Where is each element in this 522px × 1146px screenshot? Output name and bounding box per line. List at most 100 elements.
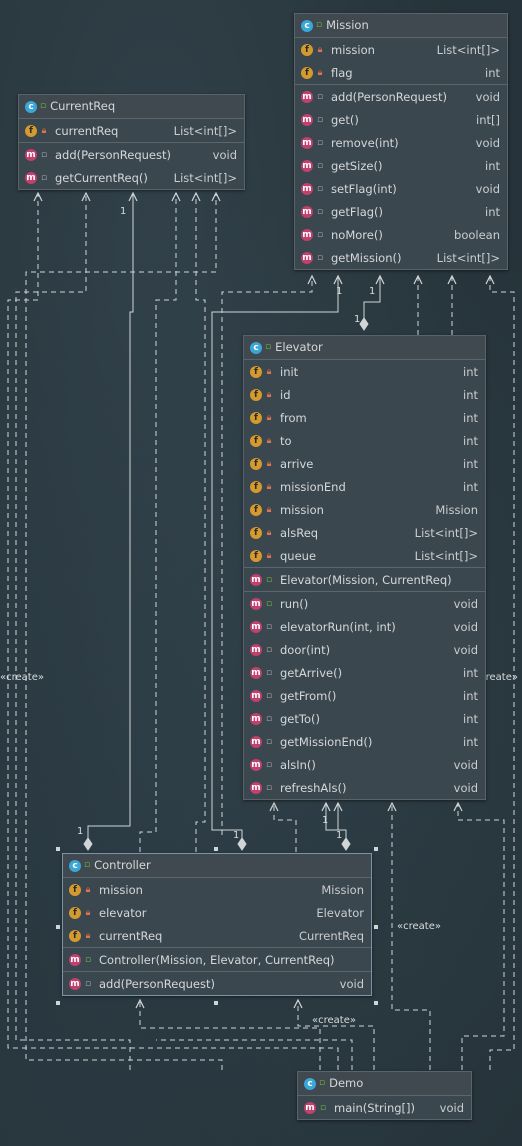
- class-icon: c: [301, 19, 313, 32]
- public-icon: ▫: [40, 101, 47, 111]
- field-name: init: [280, 364, 299, 379]
- field-row[interactable]: f 🔒︎ mission Mission: [63, 878, 371, 901]
- method-row[interactable]: m ▫ remove(int) void: [295, 131, 507, 154]
- method-type: List<int[]>: [436, 250, 500, 265]
- field-icon: f: [250, 411, 262, 424]
- method-row[interactable]: m ▫ getArrive() int: [244, 661, 485, 684]
- class-mission[interactable]: c ▫ Mission f 🔒︎ mission List<int[]> f 🔒︎ fla…: [294, 13, 508, 270]
- class-controller[interactable]: c ▫ Controller f 🔒︎ mission Mission f 🔒︎ elev…: [62, 853, 372, 996]
- field-icon: f: [250, 388, 262, 401]
- field-icon: f: [69, 906, 81, 919]
- method-row[interactable]: m ▫ door(int) void: [244, 638, 485, 661]
- field-row[interactable]: f 🔒︎ queue List<int[]>: [244, 544, 485, 567]
- selection-handle[interactable]: [374, 847, 378, 851]
- class-header[interactable]: c ▫ Elevator: [244, 336, 485, 360]
- private-lock-icon: 🔒︎: [266, 458, 272, 469]
- class-elevator[interactable]: c ▫ Elevator f 🔒︎ init int f 🔒︎ id int f 🔒︎ from…: [243, 335, 486, 800]
- public-icon: ▫: [265, 574, 273, 585]
- field-row[interactable]: f 🔒︎ id int: [244, 383, 485, 406]
- selection-handle[interactable]: [56, 1001, 60, 1005]
- field-row[interactable]: f 🔒︎ elevator Elevator: [63, 901, 371, 924]
- class-demo[interactable]: c ▫ Demo m ▫ main(String[]) void: [297, 1071, 472, 1120]
- method-type: int: [463, 688, 478, 703]
- method-icon: m: [301, 90, 313, 103]
- method-row[interactable]: m ▫ elevatorRun(int, int) void: [244, 615, 485, 638]
- method-icon: m: [301, 228, 313, 241]
- method-row[interactable]: m ▫ getFrom() int: [244, 684, 485, 707]
- method-row[interactable]: m ▫ main(String[]) void: [298, 1096, 471, 1119]
- multiplicity-label: 1: [336, 286, 343, 297]
- multiplicity-label: 1: [77, 826, 84, 837]
- package-icon: ▫: [316, 114, 324, 125]
- public-icon: ▫: [84, 954, 92, 965]
- field-row[interactable]: f 🔒︎ from int: [244, 406, 485, 429]
- field-icon: f: [250, 549, 262, 562]
- field-icon: f: [69, 883, 81, 896]
- method-name: getSize(): [331, 158, 383, 173]
- method-type: void: [212, 147, 237, 162]
- selection-handle[interactable]: [214, 847, 218, 851]
- method-name: run(): [280, 596, 309, 611]
- package-icon: ▫: [265, 621, 273, 632]
- method-icon: m: [250, 620, 262, 633]
- class-name: Elevator: [275, 340, 323, 354]
- method-row[interactable]: m ▫ add(PersonRequest) void: [19, 143, 244, 166]
- field-row[interactable]: f 🔒︎ alsReq List<int[]>: [244, 521, 485, 544]
- field-row[interactable]: f 🔒︎ mission List<int[]>: [295, 38, 507, 61]
- package-icon: ▫: [40, 149, 48, 160]
- method-row[interactable]: m ▫ get() int[]: [295, 108, 507, 131]
- field-icon: f: [250, 526, 262, 539]
- class-header[interactable]: c ▫ Mission: [295, 14, 507, 38]
- field-icon: f: [250, 480, 262, 493]
- method-type: void: [453, 780, 478, 795]
- field-row[interactable]: f 🔒︎ mission Mission: [244, 498, 485, 521]
- field-row[interactable]: f 🔒︎ init int: [244, 360, 485, 383]
- method-row[interactable]: m ▫ add(PersonRequest) void: [63, 972, 371, 995]
- method-row[interactable]: m ▫ setFlag(int) void: [295, 177, 507, 200]
- method-row[interactable]: m ▫ getMissionEnd() int: [244, 730, 485, 753]
- method-name: add(PersonRequest): [55, 147, 171, 162]
- class-currentreq[interactable]: c ▫ CurrentReq f 🔒︎ currentReq List<int[]> …: [18, 94, 245, 190]
- field-row[interactable]: f 🔒︎ currentReq List<int[]>: [19, 119, 244, 142]
- constructor-row[interactable]: m ▫ Controller(Mission, Elevator, CurrentR…: [63, 948, 371, 971]
- field-type: List<int[]>: [173, 123, 237, 138]
- selection-handle[interactable]: [56, 847, 60, 851]
- method-row[interactable]: m ▫ getSize() int: [295, 154, 507, 177]
- selection-handle[interactable]: [214, 1001, 218, 1005]
- method-row[interactable]: m ▫ noMore() boolean: [295, 223, 507, 246]
- class-name: Demo: [329, 1076, 364, 1090]
- class-header[interactable]: c ▫ Demo: [298, 1072, 471, 1096]
- class-header[interactable]: c ▫ Controller: [63, 854, 371, 878]
- class-icon: c: [69, 859, 81, 872]
- multiplicity-label: 1: [336, 830, 343, 841]
- field-row[interactable]: f 🔒︎ currentReq CurrentReq: [63, 924, 371, 947]
- private-lock-icon: 🔒︎: [266, 504, 272, 515]
- package-icon: ▫: [265, 736, 273, 747]
- private-lock-icon: 🔒︎: [266, 481, 272, 492]
- field-row[interactable]: f 🔒︎ missionEnd int: [244, 475, 485, 498]
- selection-handle[interactable]: [56, 925, 60, 929]
- selection-handle[interactable]: [374, 925, 378, 929]
- method-type: int[]: [476, 112, 500, 127]
- class-name: Controller: [94, 858, 151, 872]
- field-row[interactable]: f 🔒︎ arrive int: [244, 452, 485, 475]
- method-name: alsIn(): [280, 757, 316, 772]
- method-row[interactable]: m ▫ run() void: [244, 592, 485, 615]
- selection-handle[interactable]: [374, 1001, 378, 1005]
- method-row[interactable]: m ▫ getCurrentReq() List<int[]>: [19, 166, 244, 189]
- create-stereotype-label: «create»: [397, 921, 441, 932]
- field-row[interactable]: f 🔒︎ to int: [244, 429, 485, 452]
- method-row[interactable]: m ▫ getTo() int: [244, 707, 485, 730]
- class-header[interactable]: c ▫ CurrentReq: [19, 95, 244, 119]
- method-type: void: [475, 89, 500, 104]
- field-type: int: [463, 433, 478, 448]
- method-row[interactable]: m ▫ getFlag() int: [295, 200, 507, 223]
- constructor-row[interactable]: m ▫ Elevator(Mission, CurrentReq): [244, 568, 485, 591]
- method-row[interactable]: m ▫ alsIn() void: [244, 753, 485, 776]
- field-row[interactable]: f 🔒︎ flag int: [295, 61, 507, 84]
- field-icon: f: [301, 43, 313, 56]
- method-row[interactable]: m ▫ add(PersonRequest) void: [295, 85, 507, 108]
- private-lock-icon: 🔒︎: [85, 884, 91, 895]
- method-row[interactable]: m ▫ getMission() List<int[]>: [295, 246, 507, 269]
- method-row[interactable]: m ▫ refreshAls() void: [244, 776, 485, 799]
